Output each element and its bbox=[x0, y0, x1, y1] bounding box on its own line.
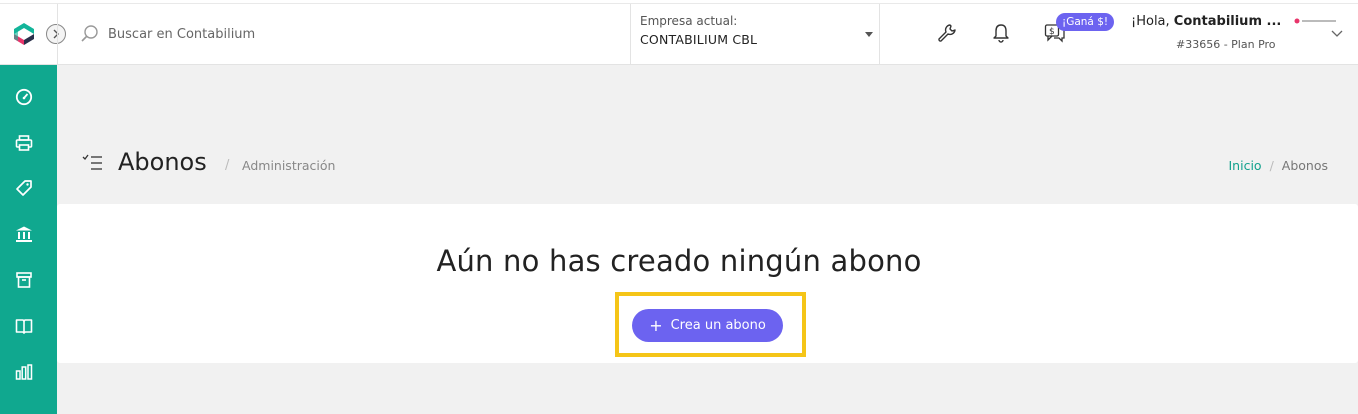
printer-icon bbox=[15, 135, 33, 151]
sidebar bbox=[0, 65, 57, 414]
plus-icon: + bbox=[649, 315, 663, 335]
top-header: Empresa actual: CONTABILIUM CBL $ ¡Ganá … bbox=[0, 0, 1358, 65]
search-icon bbox=[81, 25, 98, 42]
user-plan: #33656 - Plan Pro bbox=[1176, 38, 1276, 51]
speedometer-icon bbox=[15, 88, 33, 106]
caret-down-icon[interactable] bbox=[865, 32, 873, 37]
page-title: Abonos bbox=[118, 148, 207, 176]
user-greeting: ¡Hola, Contabilium ... bbox=[1131, 14, 1301, 29]
sidebar-item-tesoreria[interactable] bbox=[14, 224, 34, 244]
user-menu[interactable]: ¡Hola, Contabilium ... bbox=[1131, 14, 1301, 29]
sidebar-toggle-button[interactable] bbox=[46, 24, 66, 44]
create-abono-button[interactable]: + Crea un abono bbox=[632, 309, 783, 342]
sidebar-item-reportes[interactable] bbox=[14, 362, 34, 382]
user-name: Contabilium ... bbox=[1173, 14, 1282, 29]
contabilium-logo[interactable] bbox=[12, 22, 36, 46]
breadcrumb-home-link[interactable]: Inicio bbox=[1228, 158, 1261, 173]
sidebar-item-ventas[interactable] bbox=[14, 133, 34, 153]
search-input[interactable] bbox=[108, 24, 408, 44]
checklist-icon bbox=[82, 154, 102, 170]
header-top-strip bbox=[0, 0, 1358, 4]
tag-icon bbox=[16, 180, 32, 196]
bar-chart-icon bbox=[15, 364, 33, 380]
empty-state-message: Aún no has creado ningún abono bbox=[436, 244, 922, 278]
bank-icon bbox=[16, 226, 32, 242]
book-icon bbox=[15, 319, 33, 334]
sidebar-item-contabilidad[interactable] bbox=[14, 316, 34, 336]
header-divider bbox=[630, 4, 631, 65]
breadcrumb-current: Abonos bbox=[1281, 158, 1328, 173]
sidebar-item-compras[interactable] bbox=[14, 178, 34, 198]
chevron-down-icon[interactable] bbox=[1331, 30, 1343, 38]
breadcrumb: Inicio / Abonos bbox=[1228, 158, 1328, 173]
company-selector[interactable]: Empresa actual: CONTABILIUM CBL bbox=[640, 14, 880, 47]
svg-text:$: $ bbox=[1049, 27, 1055, 37]
header-divider bbox=[879, 4, 880, 65]
greeting-text: ¡Hola, bbox=[1131, 14, 1174, 29]
breadcrumb-separator: / bbox=[1269, 158, 1274, 173]
company-name: CONTABILIUM CBL bbox=[640, 32, 758, 47]
company-mini-logo bbox=[1294, 18, 1336, 24]
page-subtitle: Administración bbox=[242, 158, 336, 173]
company-label: Empresa actual: bbox=[640, 14, 738, 28]
header-divider bbox=[57, 4, 58, 65]
sidebar-item-dashboard[interactable] bbox=[14, 87, 34, 107]
chevron-right-icon bbox=[53, 29, 59, 39]
promo-badge[interactable]: ¡Ganá $! bbox=[1056, 13, 1115, 31]
create-abono-button-label: Crea un abono bbox=[670, 318, 766, 333]
title-separator: / bbox=[225, 158, 230, 173]
wrench-icon[interactable] bbox=[936, 22, 958, 44]
bell-icon[interactable] bbox=[990, 22, 1012, 44]
